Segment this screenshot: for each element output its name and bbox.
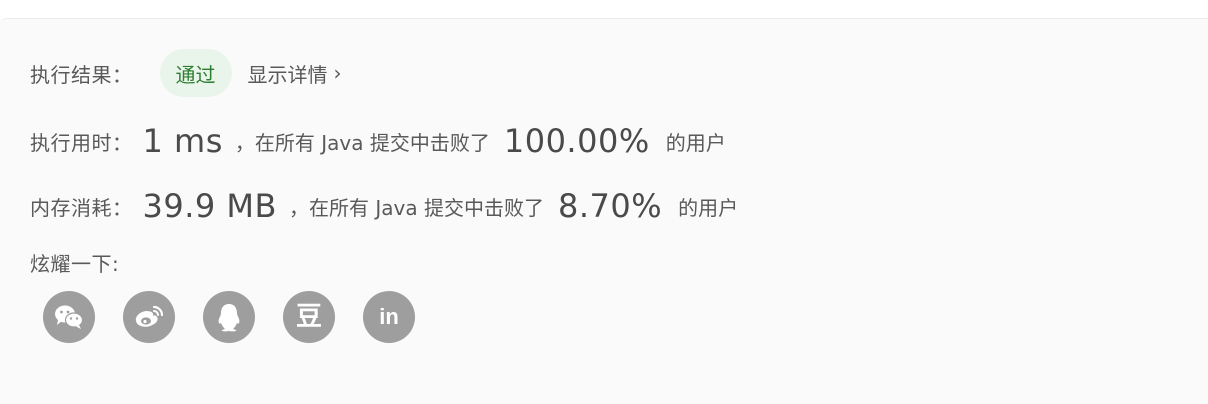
douban-glyph: 豆 bbox=[295, 302, 322, 332]
submission-result-panel: 执行结果： 通过 显示详情 › 执行用时： 1 ms ，在所有 Java 提交中… bbox=[0, 18, 1208, 404]
linkedin-icon[interactable]: in bbox=[363, 291, 415, 343]
runtime-beat-text: ，在所有 Java 提交中击败了 bbox=[234, 130, 490, 155]
qq-icon[interactable] bbox=[203, 291, 255, 343]
weibo-icon[interactable] bbox=[123, 291, 175, 343]
wechat-icon[interactable] bbox=[43, 291, 95, 343]
runtime-suffix: 的用户 bbox=[665, 130, 726, 155]
runtime-value: 1 ms bbox=[142, 122, 223, 160]
memory-value: 39.9 MB bbox=[142, 187, 277, 225]
memory-label: 内存消耗： bbox=[30, 195, 133, 220]
result-row: 执行结果： 通过 显示详情 › bbox=[30, 49, 342, 97]
linkedin-glyph: in bbox=[379, 304, 399, 329]
result-label: 执行结果： bbox=[30, 62, 133, 87]
runtime-row: 执行用时： 1 ms ，在所有 Java 提交中击败了 100.00% 的用户 bbox=[30, 119, 726, 163]
show-details-label: 显示详情 bbox=[247, 62, 328, 87]
share-label: 炫耀一下: bbox=[30, 251, 120, 276]
memory-percent: 8.70% bbox=[557, 187, 663, 225]
memory-suffix: 的用户 bbox=[678, 195, 739, 220]
runtime-label: 执行用时： bbox=[30, 130, 133, 155]
share-icons: 豆 in bbox=[43, 291, 415, 343]
memory-beat-text: ，在所有 Java 提交中击败了 bbox=[288, 195, 544, 220]
status-badge: 通过 bbox=[159, 49, 232, 97]
show-details-link[interactable]: 显示详情 › bbox=[248, 59, 342, 88]
share-row: 炫耀一下: bbox=[30, 247, 119, 277]
runtime-percent: 100.00% bbox=[503, 122, 650, 160]
chevron-right-icon: › bbox=[333, 61, 342, 85]
douban-icon[interactable]: 豆 bbox=[283, 291, 335, 343]
memory-row: 内存消耗： 39.9 MB ，在所有 Java 提交中击败了 8.70% 的用户 bbox=[30, 184, 738, 228]
